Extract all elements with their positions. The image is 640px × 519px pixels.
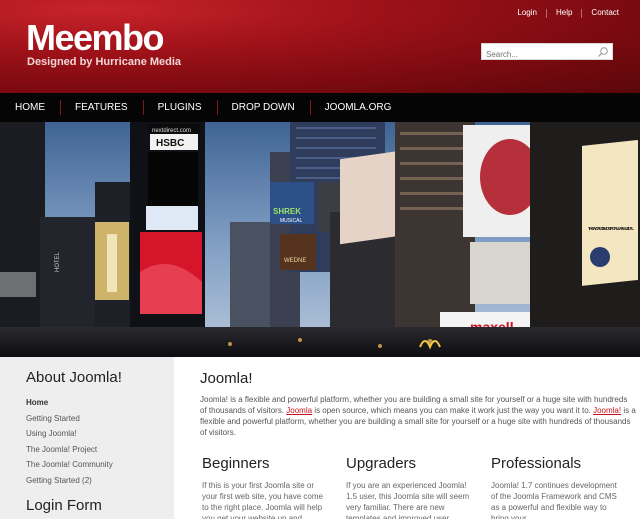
top-links: Login Help Contact: [508, 8, 628, 18]
site-tagline: Designed by Hurricane Media: [27, 56, 182, 68]
nav-home[interactable]: HOME: [0, 93, 60, 122]
sidebar-item-label[interactable]: The Joomla! Project: [26, 445, 97, 454]
login-link[interactable]: Login: [508, 8, 546, 18]
sidebar-item-home[interactable]: Home: [26, 395, 113, 411]
joomla-link[interactable]: Joomla!: [593, 406, 621, 415]
help-link[interactable]: Help: [547, 8, 581, 18]
sidebar-item-label[interactable]: The Joomla! Community: [26, 460, 113, 469]
sidebar-title: About Joomla!: [26, 369, 122, 386]
sign-hotel: HOTEL: [55, 251, 61, 272]
main-nav: HOME FEATURES PLUGINS DROP DOWN JOOMLA.O…: [0, 93, 640, 122]
sidebar-item-label[interactable]: Getting Started: [26, 414, 80, 423]
nav-features[interactable]: FEATURES: [60, 93, 143, 122]
site-logo[interactable]: Meembo: [26, 20, 165, 56]
intro-paragraph: Joomla! is a flexible and powerful platf…: [200, 394, 636, 438]
nav-plugins[interactable]: PLUGINS: [142, 93, 217, 122]
column-title: Upgraders: [346, 455, 417, 472]
site-header: Meembo Designed by Hurricane Media Login…: [0, 0, 640, 93]
sign-most-popular: THE WORLD'S MOST POPULAR MUSICAL: [588, 226, 634, 231]
sign-hsbc: HSBC: [156, 138, 184, 149]
banner-image: nextdirect.com HSBC SHREK MUSICAL WEDNE …: [0, 122, 640, 357]
column-text: Joomla! 1.7 continues development of the…: [491, 481, 617, 519]
column-upgraders: Upgraders If you are an experienced Joom…: [346, 455, 472, 519]
contact-link[interactable]: Contact: [582, 8, 628, 18]
nav-drop-down[interactable]: DROP DOWN: [216, 93, 310, 122]
sidebar-item-label[interactable]: Using Joomla!: [26, 429, 77, 438]
sign-shrek: SHREK: [273, 207, 301, 216]
login-form-title: Login Form: [26, 497, 102, 514]
search-icon[interactable]: [597, 46, 609, 58]
column-title: Professionals: [491, 455, 582, 472]
sidebar-menu: Home Getting Started Using Joomla! The J…: [26, 395, 113, 488]
sidebar-item-joomla-project[interactable]: The Joomla! Project: [26, 442, 113, 458]
sign-nextdirect: nextdirect.com: [152, 128, 191, 134]
search-input[interactable]: [482, 47, 594, 62]
page-title: Joomla!: [200, 370, 253, 387]
column-title: Beginners: [202, 455, 270, 472]
sidebar-item-label[interactable]: Getting Started (2): [26, 476, 92, 485]
sidebar-item-getting-started[interactable]: Getting Started: [26, 411, 113, 427]
sign-shrek-sub: MUSICAL: [280, 218, 302, 224]
column-professionals: Professionals Joomla! 1.7 continues deve…: [491, 455, 617, 519]
sign-wedne: WEDNE: [284, 258, 306, 264]
column-text: If this is your first Joomla site or you…: [202, 481, 323, 519]
intro-text: is open source, which means you can make…: [312, 406, 594, 415]
sidebar-item-getting-started-2[interactable]: Getting Started (2): [26, 473, 113, 489]
nav-joomla-org[interactable]: JOOMLA.ORG: [309, 93, 407, 122]
search-box: [481, 43, 613, 62]
main-content: Joomla! Joomla! is a flexible and powerf…: [174, 357, 640, 519]
column-beginners: Beginners If this is your first Joomla s…: [202, 455, 328, 519]
column-text: If you are an experienced Joomla! 1.5 us…: [346, 481, 470, 519]
sidebar-item-joomla-community[interactable]: The Joomla! Community: [26, 457, 113, 473]
joomla-link[interactable]: Joomla: [286, 406, 312, 415]
times-square-illustration: nextdirect.com HSBC SHREK MUSICAL WEDNE …: [0, 122, 640, 357]
sidebar-item-using-joomla[interactable]: Using Joomla!: [26, 426, 113, 442]
sidebar-item-label[interactable]: Home: [26, 398, 48, 407]
